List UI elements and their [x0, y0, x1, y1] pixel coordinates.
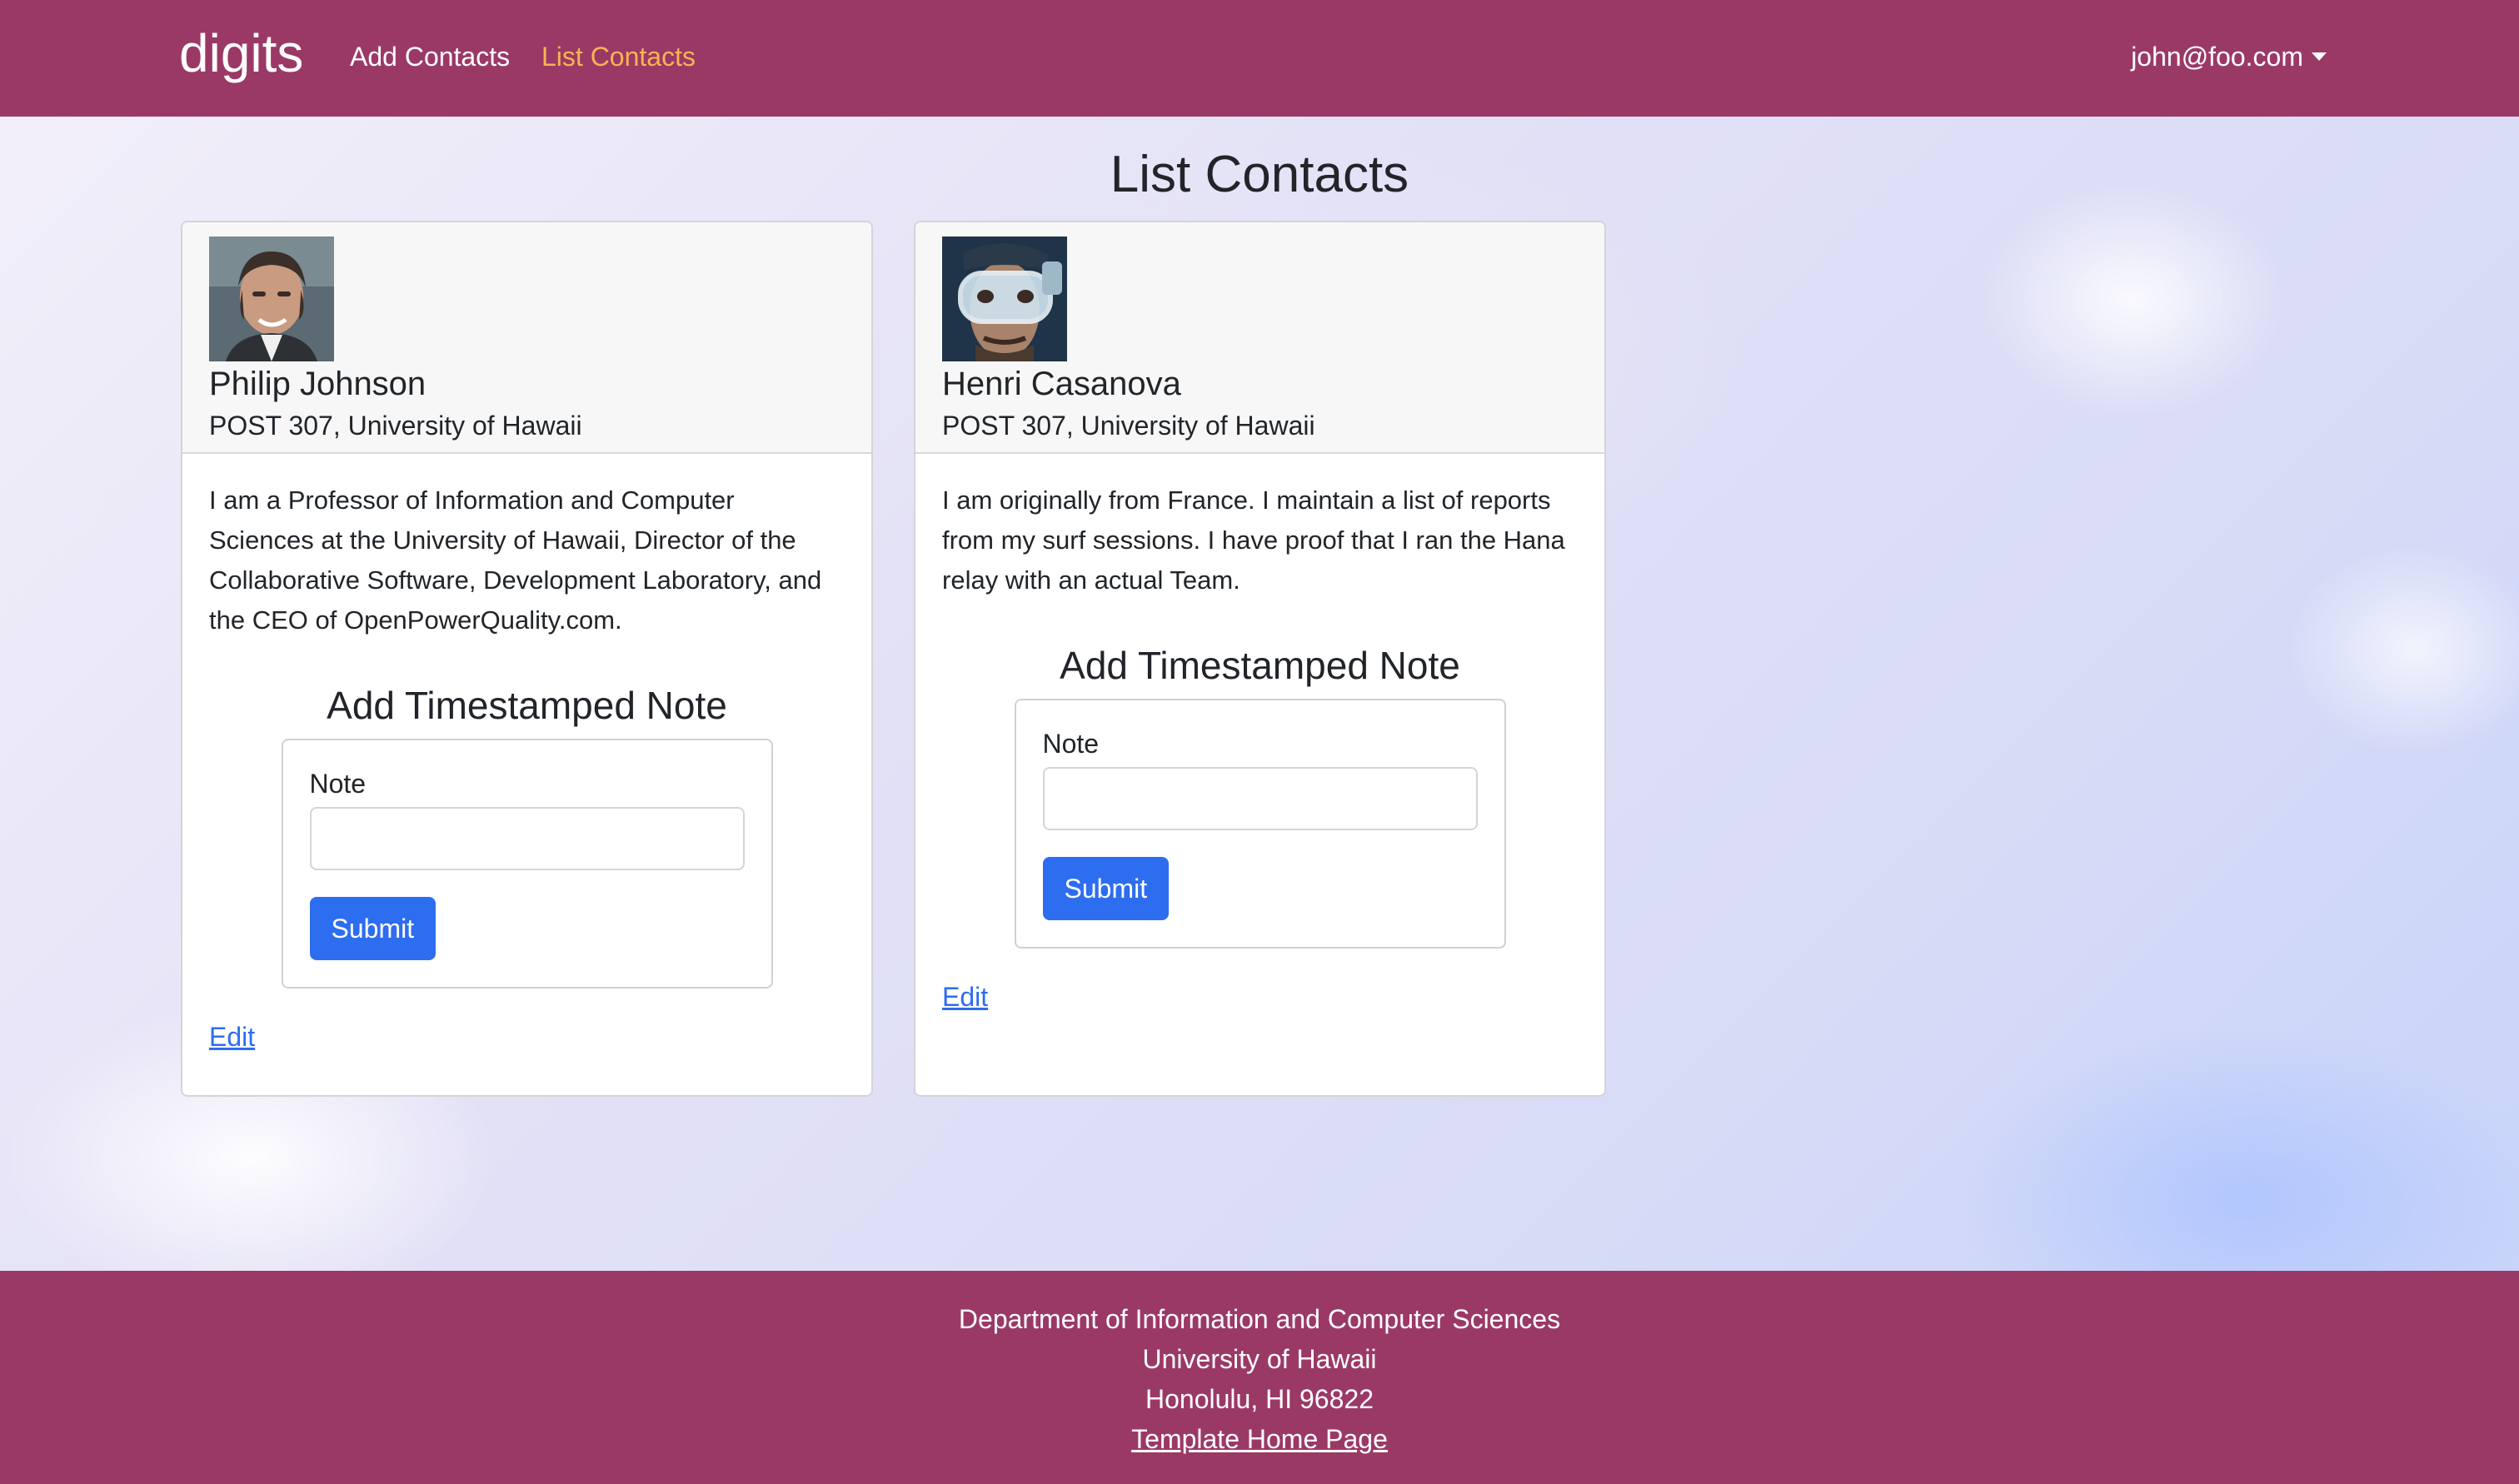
edit-link[interactable]: Edit: [209, 1017, 255, 1057]
card-header: Philip Johnson POST 307, University of H…: [182, 222, 871, 454]
contact-card: Philip Johnson POST 307, University of H…: [181, 221, 873, 1097]
note-form-title: Add Timestamped Note: [327, 684, 727, 727]
note-form: Note Submit: [281, 739, 773, 989]
note-form: Note Submit: [1014, 699, 1506, 949]
top-navbar: digits Add Contacts List Contacts john@f…: [0, 0, 2519, 117]
note-input[interactable]: [1042, 767, 1478, 830]
contact-address: POST 307, University of Hawaii: [209, 411, 582, 441]
footer-university: University of Hawaii: [1142, 1344, 1377, 1374]
user-dropdown[interactable]: john@foo.com: [2131, 35, 2327, 78]
avatar: [209, 237, 334, 361]
note-label: Note: [309, 769, 367, 799]
footer-address: Honolulu, HI 96822: [1145, 1384, 1374, 1414]
user-email: john@foo.com: [2131, 42, 2303, 72]
avatar: [942, 237, 1067, 361]
nav-list-contacts[interactable]: List Contacts: [541, 35, 696, 78]
note-form-title: Add Timestamped Note: [1060, 644, 1460, 687]
card-body: I am originally from France. I maintain …: [915, 454, 1604, 1017]
card-header: Henri Casanova POST 307, University of H…: [915, 222, 1604, 454]
template-home-link[interactable]: Template Home Page: [1131, 1424, 1388, 1454]
contact-description: I am a Professor of Information and Comp…: [209, 486, 822, 635]
contact-card: Henri Casanova POST 307, University of H…: [914, 221, 1606, 1097]
edit-link[interactable]: Edit: [942, 977, 988, 1017]
submit-button[interactable]: Submit: [309, 897, 436, 960]
footer: Department of Information and Computer S…: [0, 1271, 2519, 1484]
page-title: List Contacts: [1110, 146, 1409, 203]
contact-name: Henri Casanova: [942, 366, 1181, 402]
submit-button[interactable]: Submit: [1042, 857, 1170, 920]
brand-logo[interactable]: digits: [179, 18, 303, 88]
note-input[interactable]: [309, 807, 745, 870]
contact-address: POST 307, University of Hawaii: [942, 411, 1315, 441]
contact-name: Philip Johnson: [209, 366, 426, 402]
note-label: Note: [1042, 729, 1100, 759]
chevron-down-icon: [2312, 52, 2327, 61]
contact-description: I am originally from France. I maintain …: [942, 486, 1565, 595]
footer-department: Department of Information and Computer S…: [958, 1304, 1561, 1334]
nav-add-contacts[interactable]: Add Contacts: [350, 35, 510, 78]
card-body: I am a Professor of Information and Comp…: [182, 454, 871, 1057]
